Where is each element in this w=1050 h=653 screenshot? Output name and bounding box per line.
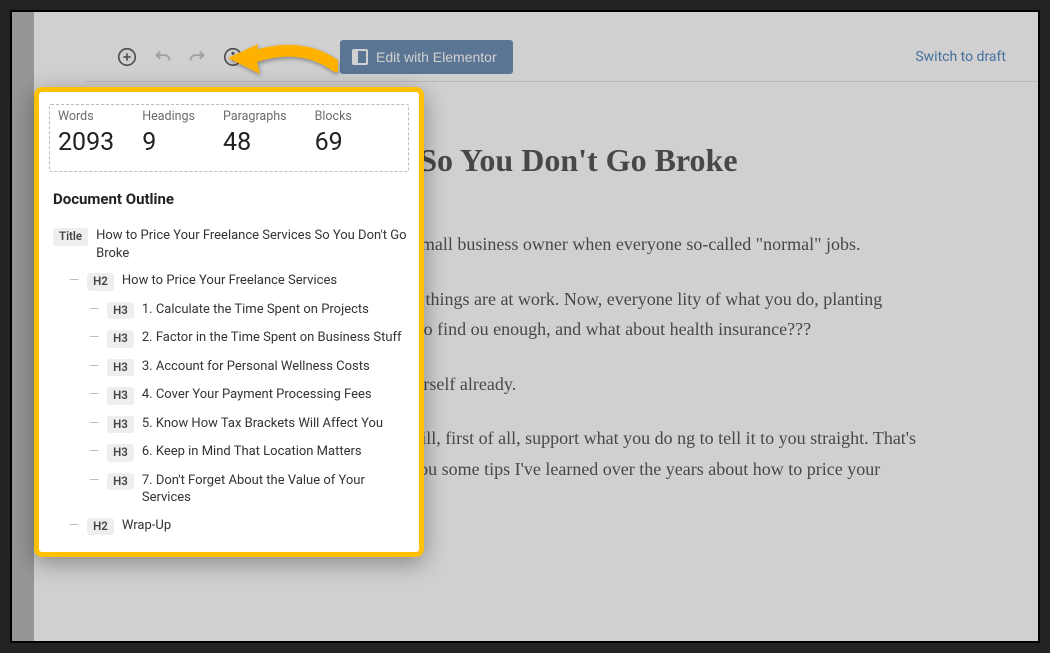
outline-dash: — (89, 472, 99, 490)
stat-label: Words (58, 109, 114, 124)
outline-tag: H3 (107, 330, 134, 348)
outline-item[interactable]: — H3 5. Know How Tax Brackets Will Affect … (49, 410, 409, 439)
outline-tag: H3 (107, 359, 134, 377)
details-button[interactable] (216, 40, 250, 74)
outline-text: 3. Account for Personal Wellness Costs (142, 358, 409, 376)
outline-text: Wrap-Up (122, 517, 409, 535)
stat-blocks: Blocks 69 (315, 109, 352, 157)
redo-button[interactable] (180, 40, 214, 74)
outline-dash: — (89, 301, 99, 319)
editor-toolbar: Edit with Elementor Switch to draft (86, 32, 1038, 82)
stat-label: Headings (142, 109, 195, 124)
outline-item[interactable]: — H3 7. Don't Forget About the Value of Yo… (49, 467, 409, 512)
document-outline-popover: Words 2093 Headings 9 Paragraphs 48 Bloc… (34, 87, 424, 557)
outline-dash: — (89, 415, 99, 433)
outline-text: 1. Calculate the Time Spent on Projects (142, 301, 409, 319)
stat-value: 69 (315, 128, 352, 157)
outline-item[interactable]: — H3 4. Cover Your Payment Processing Fees (49, 381, 409, 410)
stat-words: Words 2093 (58, 109, 114, 157)
outline-item[interactable]: — H2 How to Price Your Freelance Services (49, 267, 409, 296)
outline-tag: H2 (87, 518, 114, 536)
elementor-icon (352, 49, 368, 65)
outline-list: Title How to Price Your Freelance Service… (49, 222, 409, 540)
stat-value: 9 (142, 128, 195, 157)
stat-value: 48 (223, 128, 287, 157)
stat-label: Blocks (315, 109, 352, 124)
outline-tag: H3 (107, 444, 134, 462)
add-block-button[interactable] (110, 40, 144, 74)
outline-text: How to Price Your Freelance Services So … (96, 227, 409, 262)
outline-item[interactable]: — H3 6. Keep in Mind That Location Matters (49, 438, 409, 467)
outline-dash: — (69, 517, 79, 535)
outline-text: 5. Know How Tax Brackets Will Affect You (142, 415, 409, 433)
stat-headings: Headings 9 (142, 109, 195, 157)
outline-dash: — (89, 443, 99, 461)
switch-to-draft-link[interactable]: Switch to draft (907, 43, 1014, 71)
outline-dash: — (69, 272, 79, 290)
edit-with-elementor-button[interactable]: Edit with Elementor (340, 40, 513, 74)
elementor-label: Edit with Elementor (376, 49, 497, 65)
outline-dash: — (89, 386, 99, 404)
outline-text: 6. Keep in Mind That Location Matters (142, 443, 409, 461)
outline-dash: — (89, 329, 99, 347)
stat-label: Paragraphs (223, 109, 287, 124)
outline-text: 4. Cover Your Payment Processing Fees (142, 386, 409, 404)
undo-button[interactable] (146, 40, 180, 74)
stat-value: 2093 (58, 128, 114, 157)
outline-tag: H3 (107, 302, 134, 320)
outline-dash: — (89, 358, 99, 376)
outline-item[interactable]: — H3 2. Factor in the Time Spent on Busine… (49, 324, 409, 353)
outline-tag: H3 (107, 416, 134, 434)
outline-panel-title: Document Outline (53, 190, 405, 208)
outline-item[interactable]: — H3 1. Calculate the Time Spent on Projec… (49, 296, 409, 325)
outline-item[interactable]: Title How to Price Your Freelance Service… (49, 222, 409, 267)
outline-tag: H2 (87, 273, 114, 291)
outline-item[interactable]: — H3 3. Account for Personal Wellness Cost… (49, 353, 409, 382)
outline-tag: Title (53, 228, 88, 246)
document-stats: Words 2093 Headings 9 Paragraphs 48 Bloc… (49, 104, 409, 172)
outline-tag: H3 (107, 473, 134, 491)
stat-paragraphs: Paragraphs 48 (223, 109, 287, 157)
outline-tag: H3 (107, 387, 134, 405)
outline-text: 7. Don't Forget About the Value of Your … (142, 472, 409, 507)
outline-text: How to Price Your Freelance Services (122, 272, 409, 290)
outline-item[interactable]: — H2 Wrap-Up (49, 512, 409, 541)
outline-text: 2. Factor in the Time Spent on Business … (142, 329, 409, 347)
